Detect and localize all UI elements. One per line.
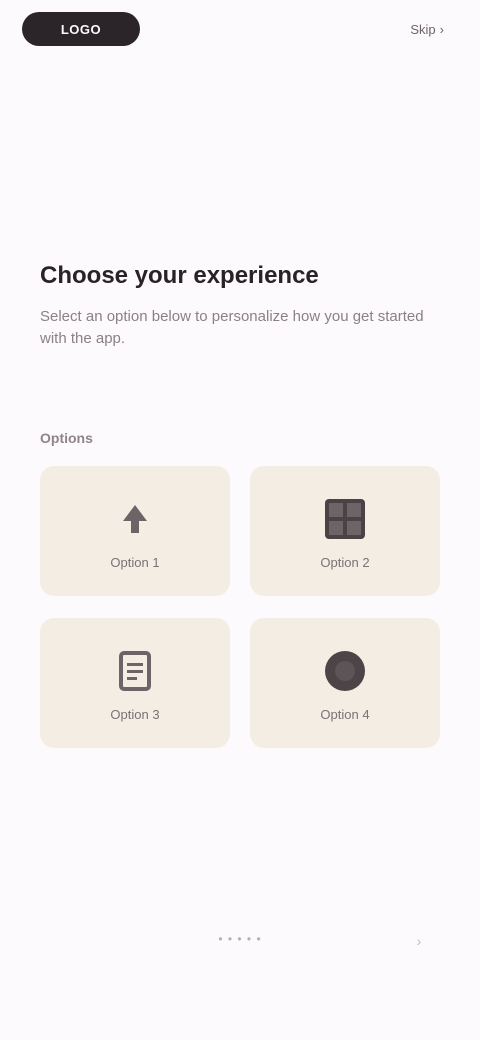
option-grid: Option 1 Option 2 Option 3 Option 4 [40, 466, 440, 748]
document-icon [109, 645, 161, 697]
app-footer: • • • • • › [0, 922, 480, 962]
page-title: Choose your experience [40, 262, 319, 289]
arrow-up-icon [109, 493, 161, 545]
app-header: LOGO Skip › [0, 0, 480, 66]
brand-logo[interactable]: LOGO [22, 12, 140, 46]
chevron-right-icon[interactable]: › [410, 932, 428, 950]
option-card-1[interactable]: Option 1 [40, 466, 230, 596]
option-label: Option 4 [320, 706, 370, 722]
grid-icon [319, 493, 371, 545]
chevron-right-icon: › [439, 21, 444, 37]
circle-icon [319, 645, 371, 697]
section-label: Options [40, 430, 93, 446]
option-label: Option 2 [320, 554, 370, 570]
page-description: Select an option below to personalize ho… [40, 308, 424, 347]
option-card-4[interactable]: Option 4 [250, 618, 440, 748]
skip-label: Skip [410, 21, 436, 37]
option-card-2[interactable]: Option 2 [250, 466, 440, 596]
skip-button[interactable]: Skip › [410, 18, 444, 40]
page-indicator: • • • • • [218, 932, 262, 946]
option-label: Option 3 [110, 706, 160, 722]
option-label: Option 1 [110, 554, 160, 570]
option-card-3[interactable]: Option 3 [40, 618, 230, 748]
